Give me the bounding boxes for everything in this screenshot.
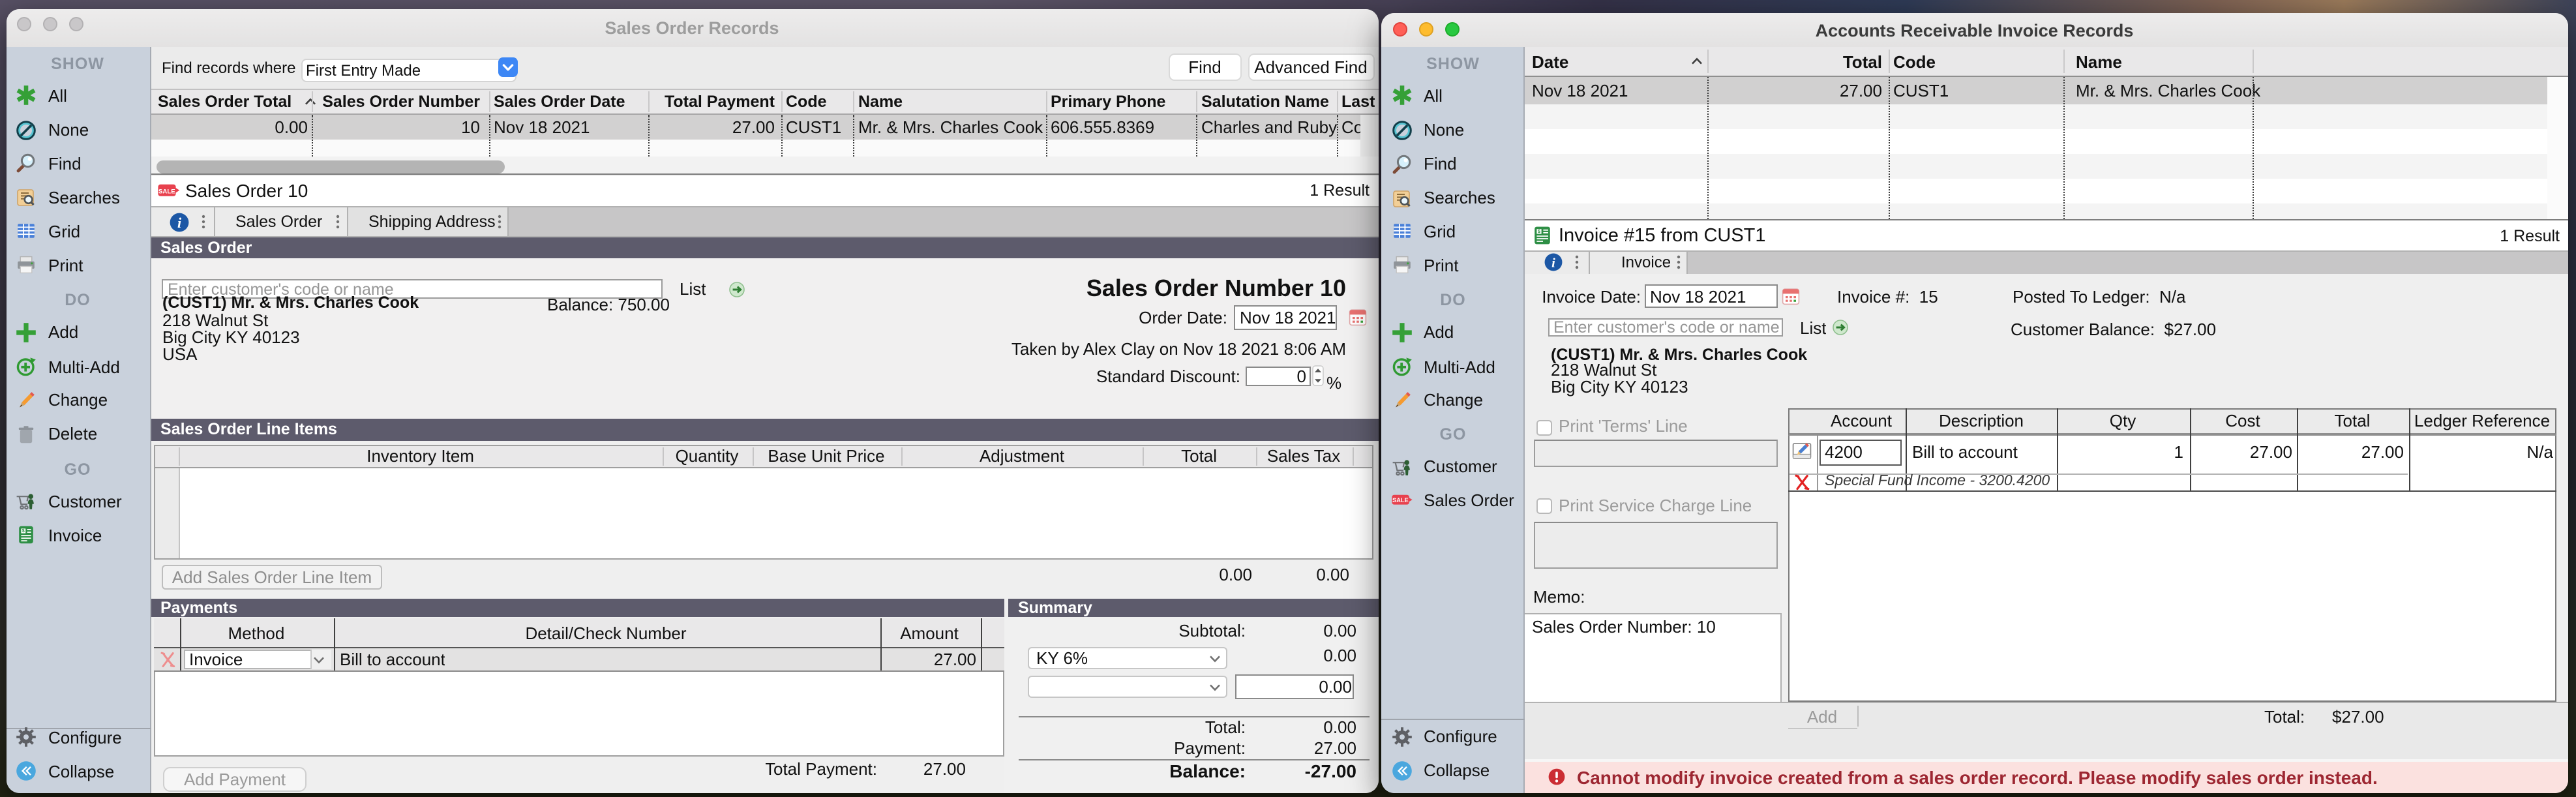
svg-text:SALE: SALE (1392, 498, 1408, 504)
svg-text:$: $ (22, 528, 25, 534)
svg-text:i: i (1551, 256, 1555, 270)
svg-text:SALE: SALE (158, 188, 175, 195)
svg-text:i: i (177, 215, 181, 231)
